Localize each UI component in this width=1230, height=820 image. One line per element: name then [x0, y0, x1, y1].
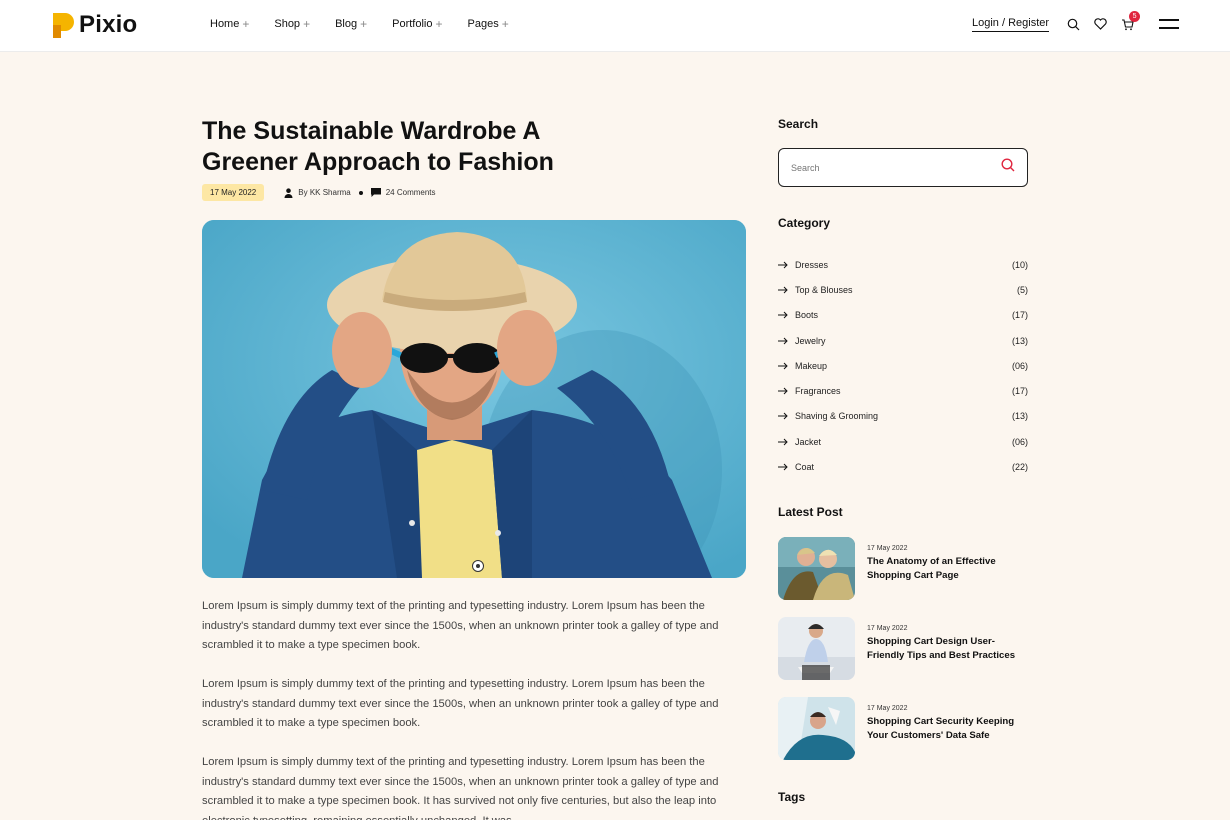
category-name: Makeup [795, 360, 828, 371]
nav-pages-label: Pages [467, 18, 499, 30]
arrow-right-icon [778, 286, 790, 294]
plus-icon: + [435, 17, 443, 31]
comment-icon [370, 188, 381, 197]
article-paragraph: Lorem Ipsum is simply dummy text of the … [202, 756, 719, 820]
arrow-right-icon [778, 362, 790, 370]
nav-pages[interactable]: Pages + [468, 17, 509, 31]
category-name: Dresses [795, 259, 829, 270]
nav-portfolio-label: Portfolio [392, 18, 433, 30]
nav-home-label: Home [210, 18, 240, 30]
latest-post-heading: Latest Post [778, 505, 843, 519]
post-date: 17 May 2022 [867, 545, 908, 552]
article-meta: 17 May 2022 By KK Sharma 24 Comments [202, 184, 436, 201]
search-icon[interactable] [1001, 158, 1015, 177]
author-meta[interactable]: By KK Sharma [284, 187, 351, 198]
arrow-right-icon [778, 438, 790, 446]
category-item-dresses[interactable]: Dresses (10) [778, 252, 1028, 277]
search-box [778, 148, 1028, 187]
post-thumbnail[interactable] [778, 697, 855, 760]
category-list: Dresses (10) Top & Blouses (5) Boots (17… [778, 252, 1028, 480]
hero-illustration [202, 220, 746, 578]
login-register-link[interactable]: Login / Register [972, 17, 1050, 32]
post-thumbnail[interactable] [778, 537, 855, 600]
category-item-jacket[interactable]: Jacket (06) [778, 429, 1028, 454]
logo-icon [53, 13, 74, 38]
arrow-right-icon [778, 311, 790, 319]
nav-blog-label: Blog [335, 18, 358, 30]
meta-separator [358, 190, 363, 195]
category-item-fragrances[interactable]: Fragrances (17) [778, 378, 1028, 403]
brand-name: Pixio [79, 11, 138, 38]
plus-icon: + [360, 17, 368, 31]
category-name: Top & Blouses [795, 284, 853, 295]
nav-home[interactable]: Home + [210, 17, 249, 31]
article-paragraph: Lorem Ipsum is simply dummy text of the … [202, 600, 719, 651]
category-count: (17) [1011, 386, 1028, 397]
category-item-coat[interactable]: Coat (22) [778, 454, 1028, 479]
arrow-right-icon [778, 261, 790, 269]
slider-dot[interactable] [472, 560, 484, 572]
cart-icon[interactable]: 5 [1119, 11, 1141, 32]
search-input[interactable] [791, 162, 1001, 173]
heart-icon[interactable] [1092, 16, 1108, 32]
category-name: Shaving & Grooming [795, 411, 879, 422]
header-actions: Login / Register 5 [972, 11, 1141, 32]
nav-shop-label: Shop [274, 18, 301, 30]
article-date-badge: 17 May 2022 [202, 184, 265, 201]
latest-post-item[interactable]: 17 May 2022 The Anatomy of an Effective … [778, 537, 1028, 600]
plus-icon: + [501, 17, 509, 31]
latest-post-item[interactable]: 17 May 2022 Shopping Cart Security Keepi… [778, 697, 1028, 760]
user-icon [284, 187, 293, 198]
category-name: Boots [795, 310, 819, 321]
arrow-right-icon [778, 387, 790, 395]
category-count: (22) [1011, 462, 1028, 473]
category-item-jewelry[interactable]: Jewelry (13) [778, 328, 1028, 353]
category-name: Coat [795, 462, 815, 473]
category-count: (06) [1011, 360, 1028, 371]
post-thumbnail[interactable] [778, 617, 855, 680]
article-hero-image [202, 220, 746, 578]
search-icon[interactable] [1065, 16, 1081, 32]
category-item-boots[interactable]: Boots (17) [778, 303, 1028, 328]
article-title: The Sustainable Wardrobe A Greener Appro… [202, 117, 554, 176]
arrow-right-icon [778, 463, 790, 471]
arrow-right-icon [778, 412, 790, 420]
search-heading: Search [778, 117, 819, 131]
plus-icon: + [242, 17, 250, 31]
comments-count: 24 Comments [385, 188, 436, 197]
category-heading: Category [778, 216, 831, 230]
category-item-makeup[interactable]: Makeup (06) [778, 353, 1028, 378]
nav-shop[interactable]: Shop + [274, 17, 310, 31]
plus-icon: + [303, 17, 311, 31]
main-nav: Home + Shop + Blog + Portfolio + Pages + [210, 17, 534, 31]
latest-post-item[interactable]: 17 May 2022 Shopping Cart Design User-Fr… [778, 617, 1028, 680]
category-item-shaving-grooming[interactable]: Shaving & Grooming (13) [778, 404, 1028, 429]
category-count: (13) [1011, 335, 1028, 346]
post-title[interactable]: Shopping Cart Design User-Friendly Tips … [867, 635, 1032, 663]
arrow-right-icon [778, 337, 790, 345]
category-count: (17) [1011, 310, 1028, 321]
post-title[interactable]: Shopping Cart Security Keeping Your Cust… [867, 715, 1032, 743]
nav-blog[interactable]: Blog + [335, 17, 367, 31]
post-date: 17 May 2022 [867, 625, 908, 632]
cart-count-badge: 5 [1129, 11, 1141, 22]
nav-portfolio[interactable]: Portfolio + [392, 17, 442, 31]
category-name: Jewelry [795, 335, 826, 346]
comments-meta[interactable]: 24 Comments [370, 188, 436, 197]
category-item-top-blouses[interactable]: Top & Blouses (5) [778, 277, 1028, 302]
post-date: 17 May 2022 [867, 705, 908, 712]
category-count: (10) [1011, 259, 1028, 270]
article-paragraph: Lorem Ipsum is simply dummy text of the … [202, 678, 719, 729]
category-name: Jacket [795, 436, 822, 447]
category-count: (5) [1017, 284, 1028, 295]
hamburger-menu-icon[interactable] [1159, 19, 1179, 31]
site-header: Pixio Home + Shop + Blog + Portfolio + Pages… [0, 0, 1230, 52]
post-title[interactable]: The Anatomy of an Effective Shopping Car… [867, 555, 1032, 583]
author-name: By KK Sharma [298, 188, 351, 197]
category-name: Fragrances [795, 386, 841, 397]
tags-heading: Tags [778, 790, 806, 804]
category-count: (13) [1011, 411, 1028, 422]
category-count: (06) [1011, 436, 1028, 447]
brand-logo[interactable]: Pixio [51, 11, 137, 39]
